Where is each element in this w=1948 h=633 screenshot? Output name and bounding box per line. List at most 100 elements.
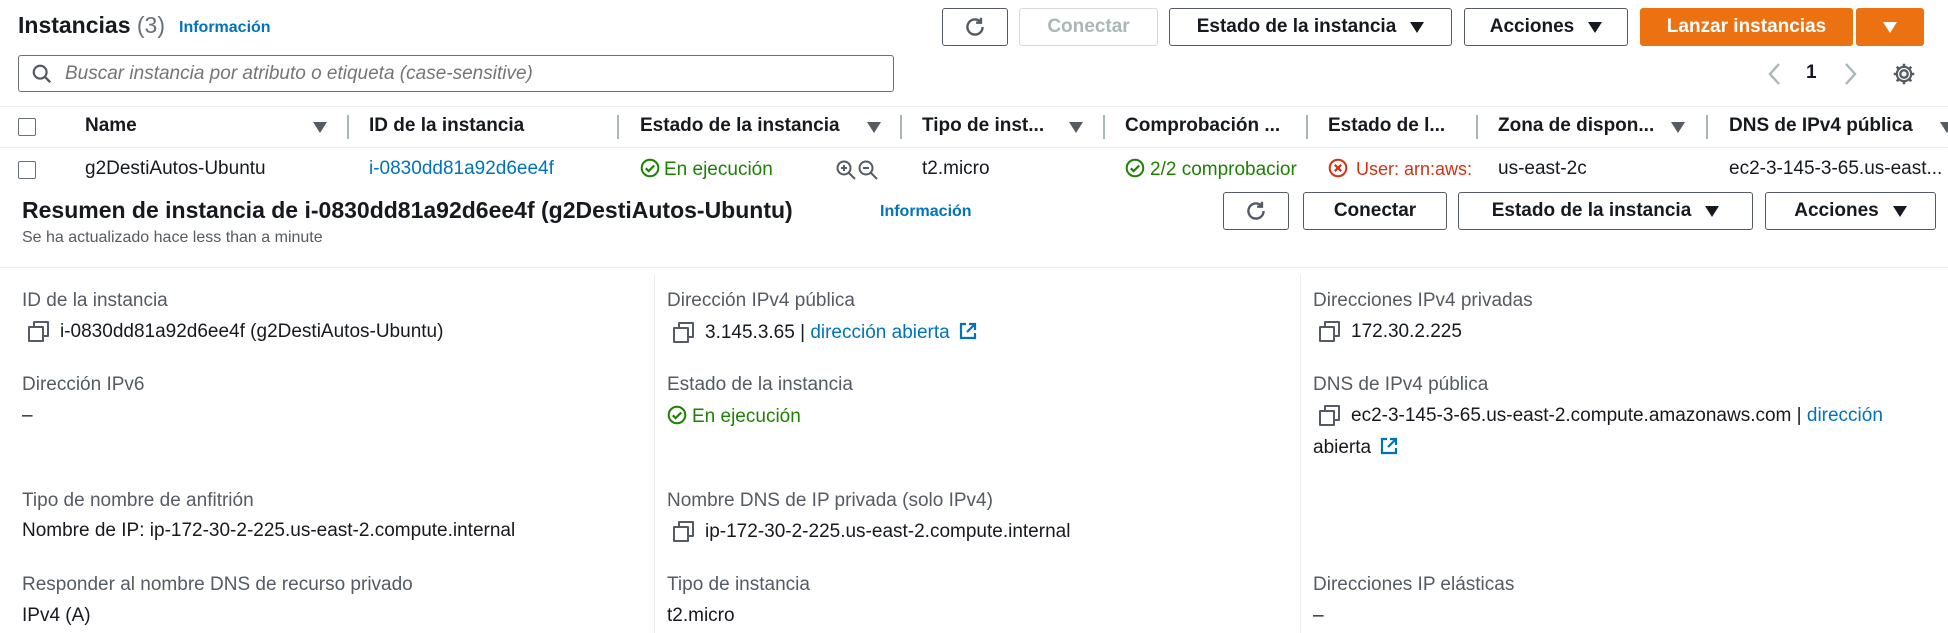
instance-state-label: Estado de la instancia — [1196, 16, 1397, 37]
external-link-icon[interactable] — [958, 321, 978, 341]
hostname-type-label: Tipo de nombre de anfitrión — [22, 490, 254, 511]
public-dns-open-link[interactable]: dirección — [1807, 405, 1883, 426]
row-public-dns: ec2-3-145-3-65.us-east... — [1729, 158, 1943, 179]
instance-type-label: Tipo de instancia — [667, 574, 810, 595]
sort-caret-icon[interactable] — [1671, 122, 1685, 133]
connect-button[interactable]: Conectar — [1019, 8, 1158, 46]
caret-down-icon — [1883, 21, 1897, 33]
private-ipv4-text: 172.30.2.225 — [1351, 321, 1462, 342]
actions-label: Acciones — [1489, 16, 1575, 37]
actions-dropdown[interactable]: Acciones — [1464, 8, 1628, 46]
copy-icon[interactable] — [1319, 405, 1340, 426]
summary-connect-button[interactable]: Conectar — [1303, 192, 1447, 230]
sort-caret-icon[interactable] — [313, 122, 327, 133]
info-link[interactable]: Información — [179, 19, 271, 37]
copy-icon[interactable] — [673, 322, 694, 343]
instance-id-text: i-0830dd81a92d6ee4f (g2DestiAutos-Ubuntu… — [60, 321, 444, 342]
launch-options-dropdown[interactable] — [1856, 8, 1924, 46]
details-column-divider — [654, 275, 655, 633]
column-header-name[interactable]: Name — [85, 115, 315, 139]
summary-refresh-button[interactable] — [1223, 192, 1289, 230]
column-separator[interactable] — [347, 115, 349, 139]
column-separator[interactable] — [1706, 115, 1708, 139]
row-state-text: En ejecución — [664, 159, 773, 180]
details-column-divider — [1300, 275, 1301, 633]
zoom-out-icon[interactable] — [857, 159, 879, 181]
summary-instance-state-dropdown[interactable]: Estado de la instancia — [1458, 192, 1753, 230]
resource-dns-value: IPv4 (A) — [22, 605, 91, 626]
sort-caret-icon[interactable] — [1940, 122, 1948, 133]
public-dns-value: ec2-3-145-3-65.us-east-2.compute.amazona… — [1319, 405, 1883, 427]
external-link-icon[interactable] — [1379, 436, 1399, 456]
select-all-checkbox[interactable] — [18, 118, 36, 136]
column-header-instance-type[interactable]: Tipo de inst... — [922, 115, 1062, 139]
summary-actions-dropdown[interactable]: Acciones — [1765, 192, 1936, 230]
column-separator[interactable] — [1306, 115, 1308, 139]
instance-state-dropdown[interactable]: Estado de la instancia — [1169, 8, 1452, 46]
page-title-text: Instancias — [18, 12, 131, 38]
row-instance-id-link[interactable]: i-0830dd81a92d6ee4f — [369, 158, 609, 180]
column-header-status-check[interactable]: Comprobación ... — [1125, 115, 1285, 139]
row-alarm-text: User: arn:aws: — [1356, 159, 1473, 179]
row-availability-zone: us-east-2c — [1498, 158, 1587, 179]
summary-info-link[interactable]: Información — [880, 203, 972, 221]
copy-icon[interactable] — [673, 521, 694, 542]
caret-down-icon — [1705, 205, 1720, 217]
refresh-button[interactable] — [942, 8, 1008, 46]
column-separator[interactable] — [1476, 115, 1478, 139]
public-ipv4-label: Dirección IPv4 pública — [667, 290, 855, 311]
caret-down-icon — [1588, 21, 1603, 33]
row-status-check: 2/2 comprobacior — [1125, 158, 1308, 181]
summary-actions-label: Acciones — [1794, 200, 1879, 221]
search-box[interactable] — [18, 55, 894, 92]
copy-icon[interactable] — [1319, 321, 1340, 342]
public-ipv4-open-link[interactable]: dirección abierta — [810, 322, 949, 343]
column-separator[interactable] — [900, 115, 902, 139]
column-separator[interactable] — [617, 115, 619, 139]
check-circle-icon — [1125, 158, 1145, 178]
copy-icon[interactable] — [28, 321, 49, 342]
instance-type-value: t2.micro — [667, 605, 735, 626]
previous-page-icon[interactable] — [1767, 62, 1783, 86]
column-header-alarm-state[interactable]: Estado de l... — [1328, 115, 1458, 139]
public-ipv4-text: 3.145.3.65 | — [705, 322, 806, 343]
elastic-ip-label: Direcciones IP elásticas — [1313, 574, 1515, 595]
instance-state-detail-text: En ejecución — [692, 406, 801, 427]
public-dns-text: ec2-3-145-3-65.us-east-2.compute.amazona… — [1351, 405, 1802, 426]
next-page-icon[interactable] — [1842, 62, 1858, 86]
zoom-in-icon[interactable] — [835, 159, 857, 181]
row-instance-type: t2.micro — [922, 158, 990, 179]
ipv6-value: – — [22, 405, 33, 426]
ipv6-label: Dirección IPv6 — [22, 374, 145, 395]
instance-state-detail-label: Estado de la instancia — [667, 374, 853, 395]
elastic-ip-value: – — [1313, 605, 1324, 626]
private-dns-text: ip-172-30-2-225.us-east-2.compute.intern… — [705, 521, 1071, 542]
page-title: Instancias (3) — [18, 12, 165, 39]
instance-count: (3) — [136, 12, 166, 38]
gear-icon[interactable] — [1891, 61, 1917, 87]
search-input[interactable] — [65, 62, 865, 85]
summary-instance-state-label: Estado de la instancia — [1491, 200, 1692, 221]
error-circle-icon — [1328, 158, 1348, 178]
public-dns-open-link-continued[interactable]: abierta — [1313, 436, 1399, 459]
check-circle-icon — [640, 158, 660, 178]
row-checkbox[interactable] — [18, 161, 36, 179]
caret-down-icon — [1892, 205, 1907, 217]
column-header-public-dns[interactable]: DNS de IPv4 pública — [1729, 115, 1929, 139]
public-dns-open-link-text[interactable]: abierta — [1313, 437, 1371, 458]
column-header-availability-zone[interactable]: Zona de dispon... — [1498, 115, 1676, 139]
sort-caret-icon[interactable] — [1069, 122, 1083, 133]
launch-instances-button[interactable]: Lanzar instancias — [1640, 8, 1853, 46]
public-ipv4-value: 3.145.3.65 | dirección abierta — [673, 321, 978, 344]
page-number[interactable]: 1 — [1806, 62, 1817, 84]
private-dns-value: ip-172-30-2-225.us-east-2.compute.intern… — [673, 521, 1070, 543]
row-name: g2DestiAutos-Ubuntu — [85, 158, 266, 179]
instance-state-detail-value: En ejecución — [667, 405, 801, 428]
private-dns-label: Nombre DNS de IP privada (solo IPv4) — [667, 490, 993, 511]
sort-caret-icon[interactable] — [867, 122, 881, 133]
instance-id-value: i-0830dd81a92d6ee4f (g2DestiAutos-Ubuntu… — [28, 321, 443, 343]
column-separator[interactable] — [1103, 115, 1105, 139]
column-header-instance-id[interactable]: ID de la instancia — [369, 115, 609, 139]
private-ipv4-value: 172.30.2.225 — [1319, 321, 1462, 343]
column-header-instance-state[interactable]: Estado de la instancia — [640, 115, 870, 139]
